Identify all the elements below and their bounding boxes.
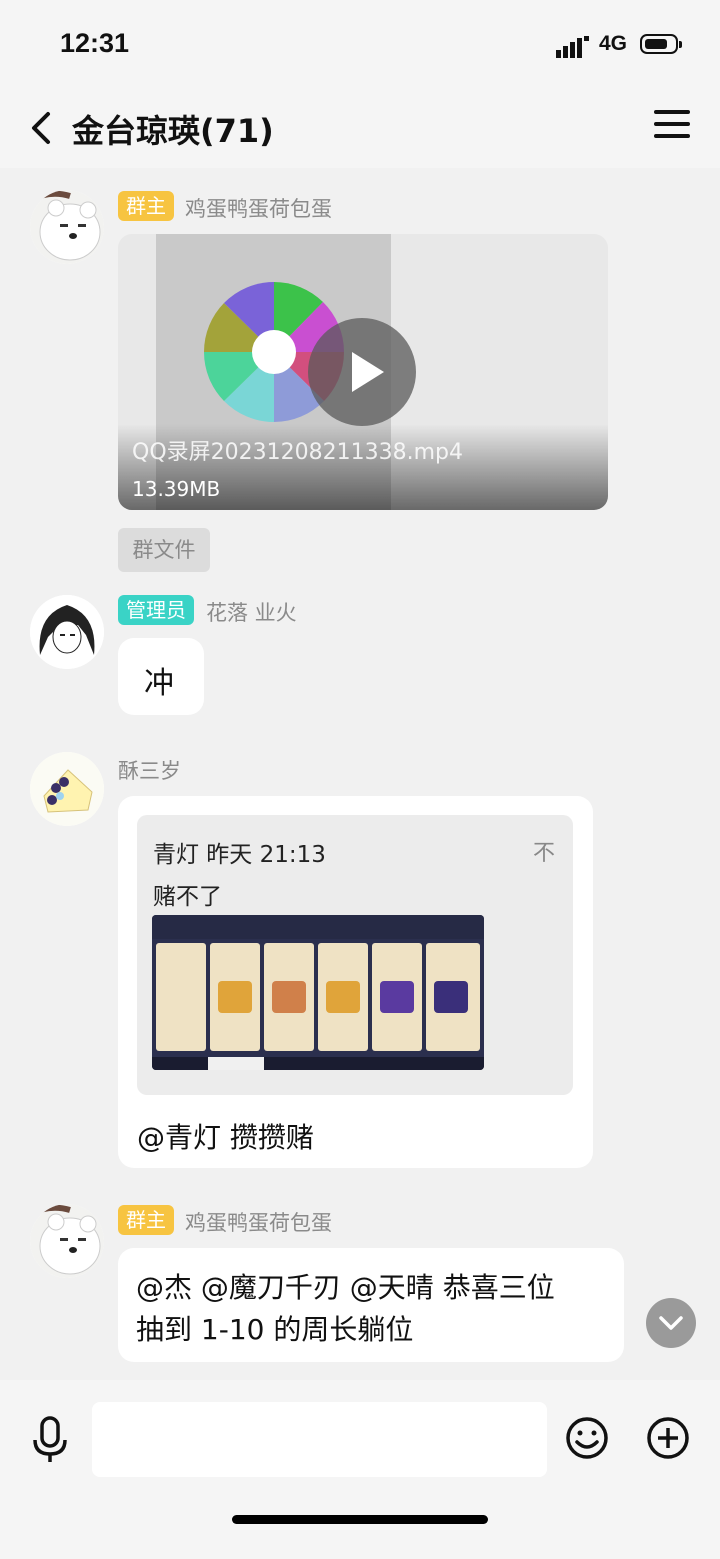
chat-header: 金台琼瑛(71) (0, 90, 720, 168)
network-type: 4G (599, 32, 628, 55)
anime-avatar-icon (30, 595, 104, 669)
avatar[interactable] (30, 1204, 104, 1278)
message-input[interactable] (92, 1402, 547, 1477)
scroll-to-bottom-button[interactable] (646, 1298, 696, 1348)
message-bubble[interactable]: 冲 (118, 638, 204, 715)
cake-avatar-icon (30, 752, 104, 826)
polar-bear-avatar-icon (30, 1204, 104, 1278)
message-bubble[interactable]: @杰 @魔刀千刃 @天晴 恭喜三位 抽到 1-10 的周长躺位 (118, 1248, 624, 1362)
owner-tag: 群主 (118, 1205, 174, 1235)
message-text: 冲 (144, 666, 174, 701)
chevron-down-icon (659, 1316, 683, 1330)
emoji-icon[interactable] (565, 1416, 609, 1460)
battery-icon (640, 34, 682, 54)
back-arrow-icon[interactable] (22, 108, 62, 148)
signal-icon (556, 36, 589, 58)
input-bar (0, 1380, 720, 1559)
avatar[interactable] (30, 190, 104, 264)
admin-tag: 管理员 (118, 595, 194, 625)
quote-image[interactable] (152, 915, 484, 1070)
video-message[interactable]: QQ录屏20231208211338.mp4 13.39MB (118, 234, 608, 510)
play-button[interactable] (308, 318, 416, 426)
quoted-message[interactable]: 青灯 昨天 21:13 不 赌不了 (137, 815, 573, 1095)
microphone-icon[interactable] (30, 1416, 70, 1464)
menu-icon[interactable] (654, 110, 690, 144)
avatar[interactable] (30, 752, 104, 826)
sender-name[interactable]: 鸡蛋鸭蛋荷包蛋 (185, 193, 332, 223)
quote-author-time: 青灯 昨天 21:13 (153, 842, 326, 868)
polar-bear-avatar-icon (30, 190, 104, 264)
message-text-line: @杰 @魔刀千刃 @天晴 恭喜三位 (136, 1271, 555, 1304)
status-bar: 12:31 4G (0, 0, 720, 90)
sender-name[interactable]: 花落 业火 (206, 597, 297, 627)
status-time: 12:31 (60, 28, 130, 58)
shop-screenshot-image (152, 915, 484, 1070)
avatar[interactable] (30, 595, 104, 669)
quote-text: 赌不了 (153, 884, 222, 910)
pin-icon[interactable]: 不 (533, 835, 555, 867)
home-indicator[interactable] (232, 1515, 488, 1524)
owner-tag: 群主 (118, 191, 174, 221)
message-text: @青灯 攒攒赌 (137, 1121, 314, 1154)
sender-name[interactable]: 酥三岁 (118, 755, 181, 785)
video-size: 13.39MB (132, 477, 221, 501)
sender-name[interactable]: 鸡蛋鸭蛋荷包蛋 (185, 1207, 332, 1237)
group-file-label[interactable]: 群文件 (118, 528, 210, 572)
plus-icon[interactable] (646, 1416, 690, 1460)
video-filename: QQ录屏20231208211338.mp4 (132, 440, 463, 465)
chat-title: 金台琼瑛(71) (72, 112, 274, 150)
message-text-line: 抽到 1-10 的周长躺位 (136, 1313, 414, 1346)
